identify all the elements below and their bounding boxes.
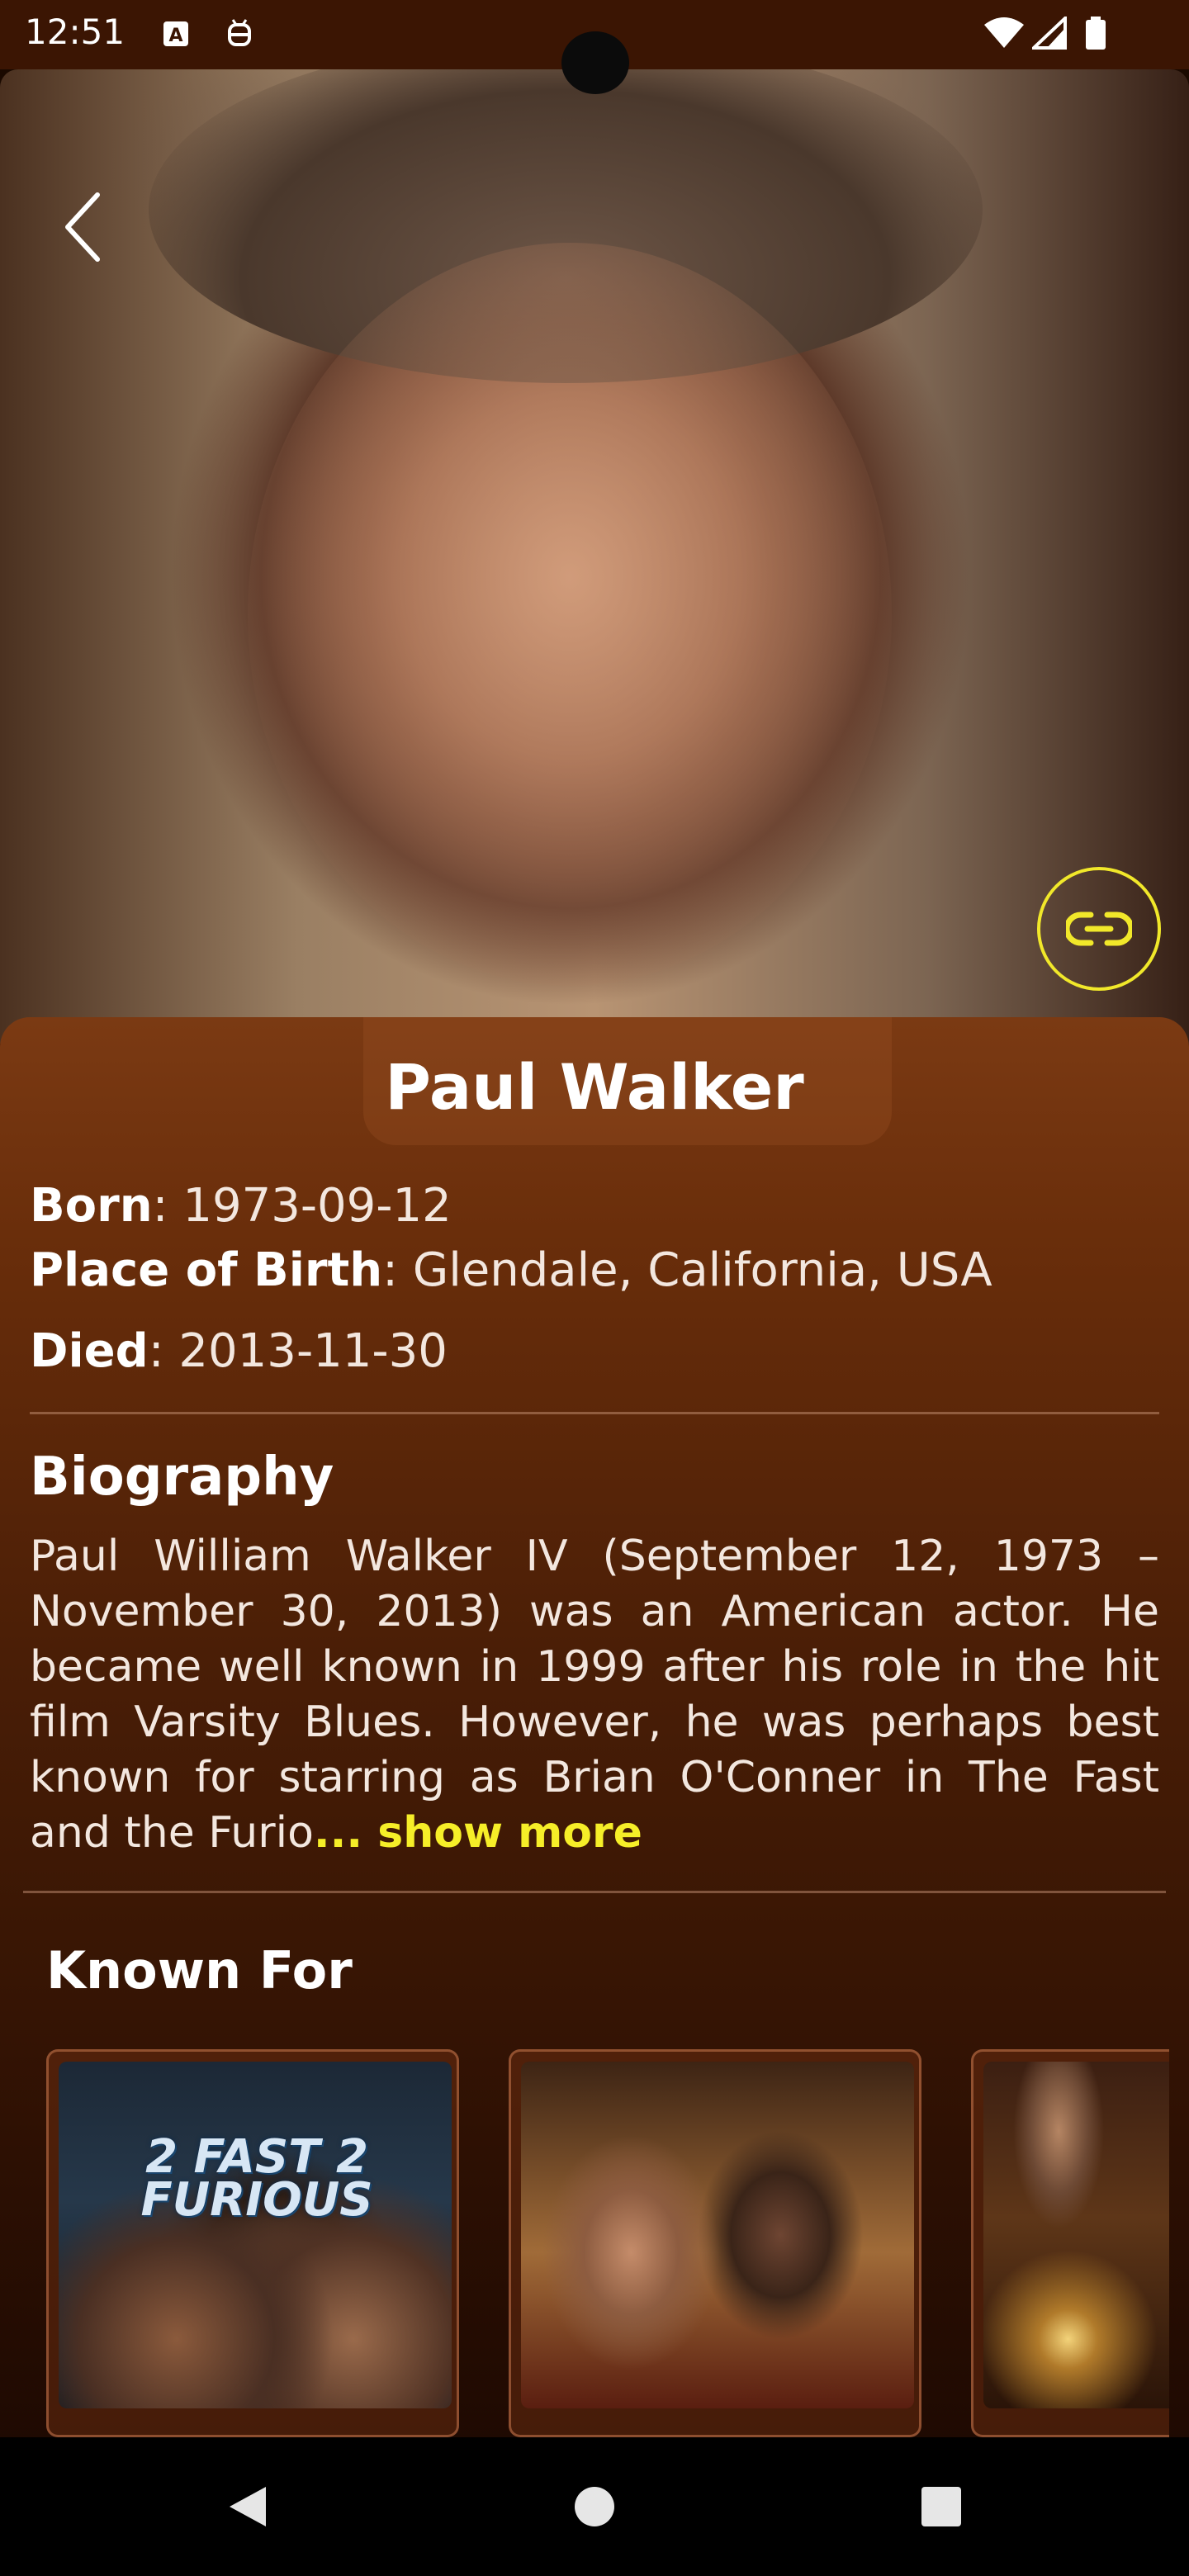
movie-poster (521, 2062, 914, 2408)
battery-icon (1083, 17, 1108, 50)
actor-photo (0, 69, 1189, 1044)
cellular-signal-icon (1029, 14, 1067, 50)
nav-back-button[interactable] (223, 2482, 272, 2531)
nav-home-button[interactable] (570, 2482, 619, 2531)
system-nav-bar (0, 2437, 1189, 2576)
biography-text: Paul William Walker IV (September 12, 19… (30, 1529, 1159, 1861)
known-for-card[interactable]: 2 FAST 2 FURIOUS (46, 2049, 459, 2437)
died-label: Died (30, 1324, 149, 1378)
nav-recents-button[interactable] (917, 2482, 966, 2531)
birthplace-row: Place of Birth: Glendale, California, US… (30, 1243, 992, 1297)
poster-title: 2 FAST 2 FURIOUS (140, 2130, 373, 2227)
born-value: 1973-09-12 (182, 1179, 452, 1233)
details-panel: Paul Walker Born: 1973-09-12 Place of Bi… (0, 1017, 1189, 2437)
died-row: Died: 2013-11-30 (30, 1324, 448, 1378)
wifi-icon (983, 17, 1026, 50)
show-more-link[interactable]: ... show more (314, 1808, 642, 1858)
svg-text:A: A (168, 26, 182, 46)
birthplace-value: Glendale, California, USA (412, 1243, 992, 1297)
divider (23, 1891, 1166, 1893)
triangle-back-icon (230, 2487, 266, 2526)
known-for-card[interactable] (509, 2049, 921, 2437)
biography-heading: Biography (30, 1447, 334, 1508)
camera-cutout (561, 31, 629, 94)
movie-poster: 2 FAST 2 FURIOUS (59, 2062, 452, 2408)
link-icon (1066, 912, 1132, 946)
external-link-button[interactable] (1037, 867, 1161, 991)
known-for-heading: Known For (46, 1940, 353, 2001)
movie-poster (983, 2062, 1169, 2408)
born-row: Born: 1973-09-12 (30, 1179, 452, 1233)
keyboard-notification-icon: A (162, 17, 192, 50)
died-value: 2013-11-30 (178, 1324, 448, 1378)
actor-name: Paul Walker (385, 1050, 804, 1124)
divider (30, 1412, 1159, 1414)
status-time: 12:51 (25, 12, 126, 52)
circle-home-icon (575, 2487, 614, 2526)
born-label: Born (30, 1179, 153, 1233)
known-for-card[interactable] (971, 2049, 1169, 2437)
square-recents-icon (921, 2487, 961, 2526)
birthplace-label: Place of Birth (30, 1243, 383, 1297)
debug-icon (225, 17, 254, 50)
chevron-left-icon (65, 192, 100, 262)
back-button[interactable] (50, 182, 116, 272)
